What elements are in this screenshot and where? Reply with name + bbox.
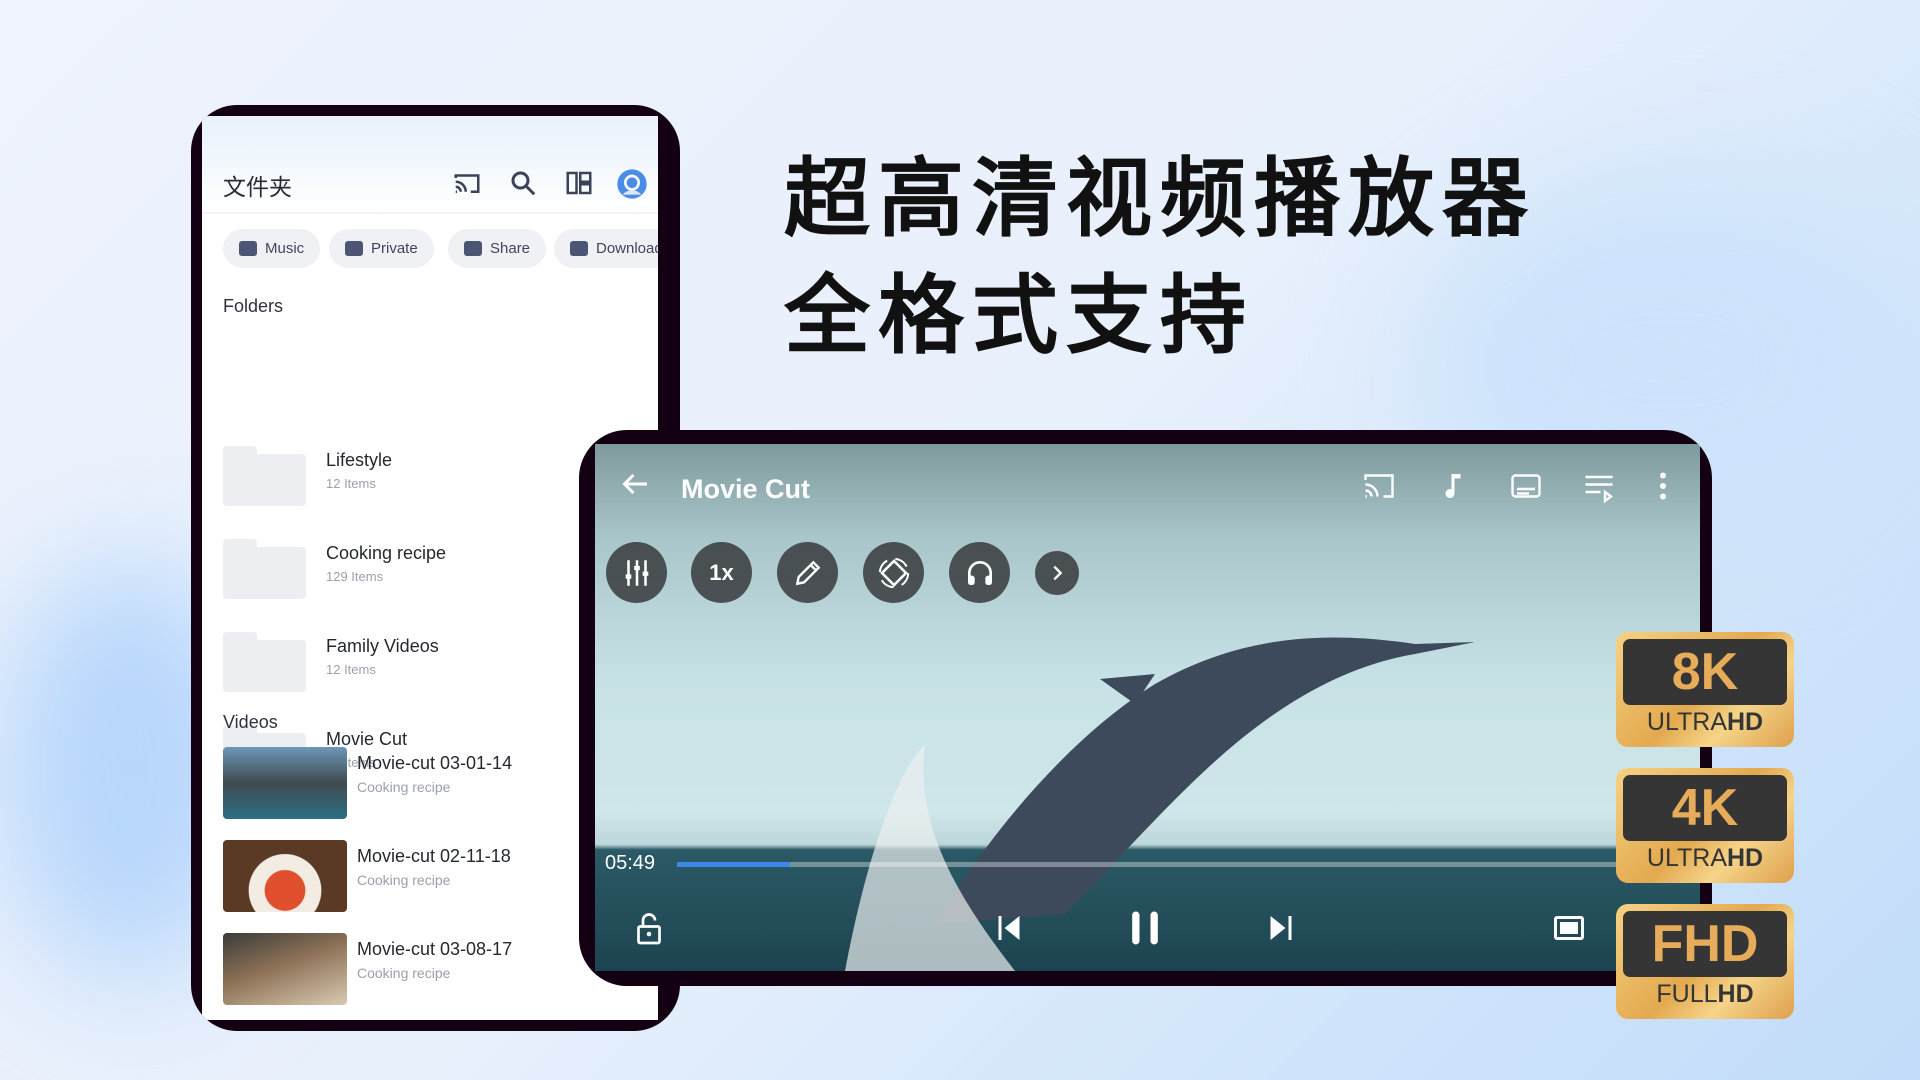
videos-heading: Videos xyxy=(223,712,278,732)
cast-icon[interactable] xyxy=(1361,468,1397,504)
back-arrow-icon[interactable] xyxy=(617,466,653,502)
headline-line1: 超高清视频播放器 xyxy=(784,151,1536,247)
chip-downloaded[interactable]: Downloaded xyxy=(554,229,658,268)
download-folder-icon xyxy=(570,241,588,256)
badge-fhd: FHD FULLHD xyxy=(1616,904,1794,1019)
equalizer-button[interactable] xyxy=(606,542,667,603)
player-frame: Movie Cut 1x 05:49 xyxy=(579,430,1712,986)
badge-8k: 8K ULTRAHD xyxy=(1616,632,1794,747)
folder-item[interactable]: Lifestyle 12 Items xyxy=(223,444,483,506)
current-time: 05:49 xyxy=(605,852,656,874)
video-thumbnail xyxy=(223,933,347,1005)
video-thumbnail xyxy=(223,747,347,819)
previous-icon[interactable] xyxy=(991,910,1027,946)
profile-icon[interactable] xyxy=(616,168,648,200)
headphones-icon xyxy=(967,560,992,585)
playlist-icon[interactable] xyxy=(1581,468,1617,504)
lock-icon[interactable] xyxy=(631,910,667,946)
layout-icon[interactable] xyxy=(564,168,594,198)
seek-bar-progress xyxy=(677,862,790,867)
cast-icon[interactable] xyxy=(452,168,482,198)
chip-private[interactable]: Private xyxy=(329,229,434,268)
chip-music[interactable]: Music xyxy=(223,229,321,268)
rotate-button[interactable] xyxy=(863,542,924,603)
folders-heading: Folders xyxy=(223,296,284,316)
playback-speed-button[interactable]: 1x xyxy=(691,542,752,603)
headline-line2: 全格式支持 xyxy=(784,268,1254,364)
folder-item[interactable]: Cooking recipe 129 Items xyxy=(223,537,483,599)
lock-folder-icon xyxy=(345,241,363,256)
more-vertical-icon[interactable] xyxy=(1645,468,1681,504)
folder-icon xyxy=(223,632,306,692)
chip-share[interactable]: Share xyxy=(448,229,547,268)
badge-4k: 4K ULTRAHD xyxy=(1616,768,1794,883)
screen-rotation-icon xyxy=(878,557,909,588)
more-controls-button[interactable] xyxy=(1035,551,1079,595)
music-note-icon[interactable] xyxy=(1435,468,1471,504)
video-title: Movie Cut xyxy=(681,474,811,504)
app-header: 文件夹 xyxy=(202,116,658,214)
folder-icon xyxy=(223,539,306,599)
next-icon[interactable] xyxy=(1263,910,1299,946)
aspect-ratio-icon[interactable] xyxy=(1551,910,1587,946)
folder-item[interactable]: Family Videos 12 Items xyxy=(223,630,483,692)
edit-button[interactable] xyxy=(777,542,838,603)
pencil-icon xyxy=(795,560,820,585)
chevron-right-icon xyxy=(1053,565,1063,581)
video-player[interactable]: Movie Cut 1x 05:49 xyxy=(595,444,1700,971)
video-thumbnail xyxy=(223,840,347,912)
pause-icon[interactable] xyxy=(1123,906,1167,950)
page-title: 文件夹 xyxy=(223,174,292,200)
video-frame-dolphin xyxy=(845,637,1475,971)
search-icon[interactable] xyxy=(508,168,538,198)
share-icon xyxy=(464,241,482,256)
subtitles-icon[interactable] xyxy=(1508,468,1544,504)
equalizer-icon xyxy=(625,559,648,586)
background-audio-button[interactable] xyxy=(949,542,1010,603)
music-folder-icon xyxy=(239,241,257,256)
folder-icon xyxy=(223,446,306,506)
seek-bar[interactable] xyxy=(677,862,1700,867)
